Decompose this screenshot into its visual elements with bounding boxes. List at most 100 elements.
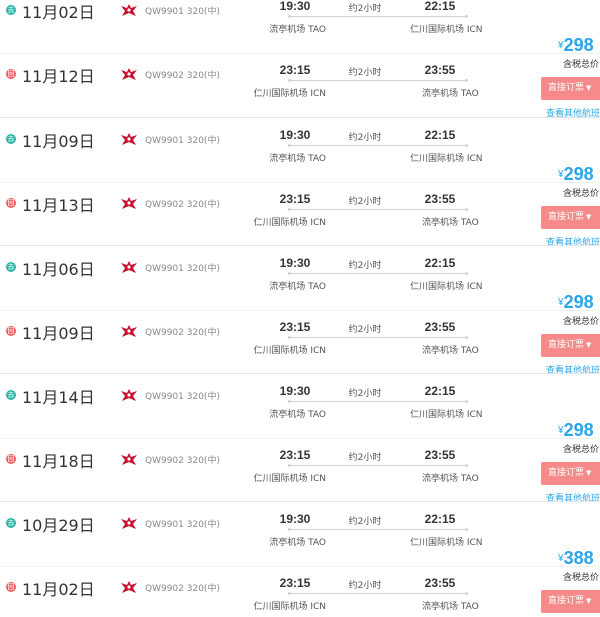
return-flight-row[interactable]: 回 11月02日 QW9902 320(中) 23:15 约2小时 23:55 … — [0, 566, 540, 617]
total-price: ¥298 — [558, 164, 600, 185]
departure-time: 19:30 — [279, 512, 311, 526]
return-flight-row[interactable]: 回 11月13日 QW9902 320(中) 23:15 约2小时 23:55 … — [0, 182, 540, 246]
total-price: ¥298 — [558, 292, 600, 313]
flight-number: QW9901 320(中) — [145, 264, 220, 274]
go-icon: 去 — [6, 518, 16, 528]
tax-included-label: 含税总价 — [563, 60, 600, 70]
flight-number: QW9901 320(中) — [145, 7, 220, 17]
book-now-button[interactable]: 直接订票 ▼ — [541, 590, 600, 613]
airline-logo-icon — [121, 517, 137, 529]
flight-duration: 约2小时 — [348, 389, 382, 399]
itinerary-card: 去 11月06日 QW9901 320(中) 19:30 约2小时 22:15 … — [0, 245, 600, 376]
airline-logo-icon — [121, 68, 137, 80]
arrival-time: 23:55 — [424, 192, 456, 206]
flight-date: 11月13日 — [22, 196, 95, 215]
tax-included-label: 含税总价 — [563, 445, 600, 455]
book-now-label: 直接订票 — [548, 340, 585, 350]
flight-duration: 约2小时 — [348, 68, 382, 78]
flight-date: 11月14日 — [22, 388, 95, 407]
arrival-airport: 流亭机场 TAO — [422, 218, 479, 228]
route-line — [288, 528, 468, 531]
departure-airport: 仁川国际机场 ICN — [253, 218, 326, 228]
departure-airport: 仁川国际机场 ICN — [253, 89, 326, 99]
flight-date: 11月09日 — [22, 132, 95, 151]
flight-date: 10月29日 — [22, 516, 95, 535]
route-line — [288, 272, 468, 275]
route-line — [288, 336, 468, 339]
outbound-flight-row[interactable]: 去 11月14日 QW9901 320(中) 19:30 约2小时 22:15 … — [0, 374, 600, 439]
return-flight-row[interactable]: 回 11月12日 QW9902 320(中) 23:15 约2小时 23:55 … — [0, 53, 540, 117]
airline-logo-icon — [121, 325, 137, 337]
price-amount: 298 — [563, 35, 594, 55]
departure-time: 19:30 — [279, 0, 311, 13]
arrival-time: 22:15 — [424, 128, 456, 142]
go-icon: 去 — [6, 262, 16, 272]
caret-down-icon: ▼ — [586, 597, 592, 605]
departure-airport: 流亭机场 TAO — [269, 410, 326, 420]
arrival-time: 22:15 — [424, 256, 456, 270]
total-price: ¥298 — [558, 35, 600, 56]
outbound-flight-row[interactable]: 去 11月02日 QW9901 320(中) 19:30 约2小时 22:15 … — [0, 0, 600, 54]
flight-number: QW9901 320(中) — [145, 520, 220, 530]
departure-airport: 流亭机场 TAO — [269, 538, 326, 548]
arrival-time: 23:55 — [424, 63, 456, 77]
flight-date: 11月06日 — [22, 260, 95, 279]
return-icon: 回 — [6, 69, 16, 79]
flight-number: QW9902 320(中) — [145, 71, 220, 81]
itinerary-card: 去 11月09日 QW9901 320(中) 19:30 约2小时 22:15 … — [0, 117, 600, 248]
return-icon: 回 — [6, 454, 16, 464]
go-icon: 去 — [6, 390, 16, 400]
departure-airport: 仁川国际机场 ICN — [253, 474, 326, 484]
total-price: ¥388 — [558, 548, 600, 569]
price-amount: 298 — [563, 164, 594, 184]
itinerary-card: 去 11月02日 QW9901 320(中) 19:30 约2小时 22:15 … — [0, 0, 600, 119]
book-now-button[interactable]: 直接订票 ▼ — [541, 334, 600, 357]
arrival-airport: 流亭机场 TAO — [422, 602, 479, 612]
flight-duration: 约2小时 — [348, 453, 382, 463]
itinerary-card: 去 11月14日 QW9901 320(中) 19:30 约2小时 22:15 … — [0, 373, 600, 504]
airline-logo-icon — [121, 389, 137, 401]
flight-number: QW9902 320(中) — [145, 328, 220, 338]
itinerary-card: 去 10月29日 QW9901 320(中) 19:30 约2小时 22:15 … — [0, 501, 600, 617]
caret-down-icon: ▼ — [586, 213, 592, 221]
return-flight-row[interactable]: 回 11月09日 QW9902 320(中) 23:15 约2小时 23:55 … — [0, 310, 540, 374]
route-line — [288, 400, 468, 403]
outbound-flight-row[interactable]: 去 11月09日 QW9901 320(中) 19:30 约2小时 22:15 … — [0, 118, 600, 183]
arrival-time: 22:15 — [424, 512, 456, 526]
go-icon: 去 — [6, 5, 16, 15]
flight-duration: 约2小时 — [348, 261, 382, 271]
flight-date: 11月18日 — [22, 452, 95, 471]
airline-logo-icon — [121, 197, 137, 209]
departure-time: 23:15 — [279, 320, 311, 334]
book-now-button[interactable]: 直接订票 ▼ — [541, 462, 600, 485]
flight-date: 11月12日 — [22, 67, 95, 86]
book-now-label: 直接订票 — [548, 468, 585, 478]
tax-included-label: 含税总价 — [563, 573, 600, 583]
arrival-time: 23:55 — [424, 448, 456, 462]
departure-time: 23:15 — [279, 192, 311, 206]
outbound-flight-row[interactable]: 去 10月29日 QW9901 320(中) 19:30 约2小时 22:15 … — [0, 502, 600, 567]
book-now-button[interactable]: 直接订票 ▼ — [541, 206, 600, 229]
book-now-button[interactable]: 直接订票 ▼ — [541, 77, 600, 100]
airline-logo-icon — [121, 4, 137, 16]
caret-down-icon: ▼ — [586, 341, 592, 349]
flight-duration: 约2小时 — [348, 197, 382, 207]
route-line — [288, 79, 468, 82]
flight-duration: 约2小时 — [348, 581, 382, 591]
flight-duration: 约2小时 — [348, 133, 382, 143]
flight-date: 11月09日 — [22, 324, 95, 343]
arrival-airport: 仁川国际机场 ICN — [410, 154, 483, 164]
airline-logo-icon — [121, 453, 137, 465]
caret-down-icon: ▼ — [586, 84, 592, 92]
book-now-label: 直接订票 — [548, 212, 585, 222]
departure-airport: 流亭机场 TAO — [269, 154, 326, 164]
return-flight-row[interactable]: 回 11月18日 QW9902 320(中) 23:15 约2小时 23:55 … — [0, 438, 540, 502]
arrival-airport: 仁川国际机场 ICN — [410, 25, 483, 35]
tax-included-label: 含税总价 — [563, 317, 600, 327]
price-amount: 388 — [563, 548, 594, 568]
route-line — [288, 464, 468, 467]
departure-airport: 仁川国际机场 ICN — [253, 602, 326, 612]
outbound-flight-row[interactable]: 去 11月06日 QW9901 320(中) 19:30 约2小时 22:15 … — [0, 246, 600, 311]
flight-results-list: 去 11月02日 QW9901 320(中) 19:30 约2小时 22:15 … — [0, 0, 600, 617]
arrival-time: 23:55 — [424, 320, 456, 334]
